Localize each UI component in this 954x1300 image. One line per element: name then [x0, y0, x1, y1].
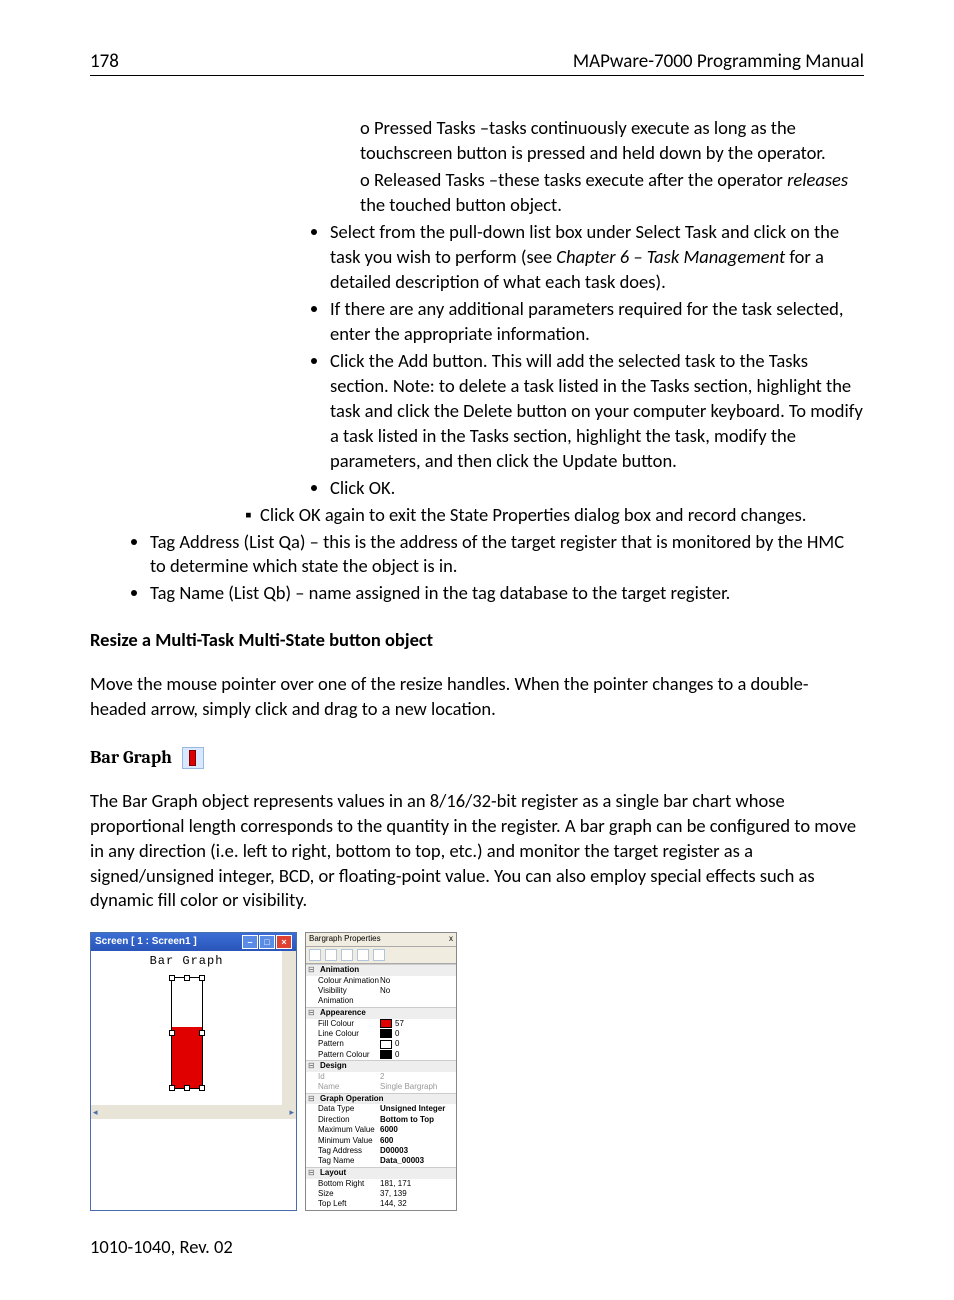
list-item: Tag Name (List Qb) – name assigned in th…	[150, 581, 864, 606]
prop-row[interactable]: Data TypeUnsigned Integer	[306, 1104, 456, 1114]
list-item: Click the Add button. This will add the …	[330, 349, 864, 474]
horizontal-scrollbar[interactable]: ◂ ▸	[91, 1105, 296, 1119]
minimize-button[interactable]: –	[242, 935, 258, 949]
page-number: 178	[90, 50, 119, 73]
prop-row[interactable]: Tag NameData_00003	[306, 1156, 456, 1166]
toolbar-button[interactable]	[341, 949, 353, 961]
window-titlebar[interactable]: Screen [ 1 : Screen1 ] – □ ×	[91, 933, 296, 951]
bargraph-heading: Bar Graph	[90, 746, 864, 770]
list-item: Click OK.	[330, 476, 864, 501]
properties-titlebar[interactable]: Bargraph Properties x	[306, 933, 456, 947]
prop-row[interactable]: Maximum Value6000	[306, 1125, 456, 1135]
bargraph-icon	[182, 747, 204, 769]
properties-panel: Bargraph Properties x Animation Colour A…	[305, 932, 457, 1211]
list-item: If there are any additional parameters r…	[330, 297, 864, 347]
toolbar-button[interactable]	[325, 949, 337, 961]
category-animation[interactable]: Animation	[306, 964, 456, 976]
scroll-down-icon[interactable]: ▾	[284, 1093, 296, 1105]
prop-row[interactable]: Visibility AnimationNo	[306, 986, 456, 1007]
prop-row[interactable]: Size37, 139	[306, 1189, 456, 1199]
category-appearance[interactable]: Appearence	[306, 1007, 456, 1019]
prop-row[interactable]: DirectionBottom to Top	[306, 1115, 456, 1125]
window-title-text: Screen [ 1 : Screen1 ]	[95, 935, 197, 949]
prop-row[interactable]: Tag AddressD00003	[306, 1146, 456, 1156]
scroll-right-icon[interactable]: ▸	[289, 1106, 294, 1118]
canvas-label: Bar Graph	[91, 953, 282, 969]
list-item: Tag Address (List Qa) – this is the addr…	[150, 530, 864, 580]
page-footer: 1010-1040, Rev. 02	[90, 1235, 864, 1260]
page-header: 178 MAPware-7000 Programming Manual	[90, 50, 864, 76]
toolbar-button[interactable]	[357, 949, 369, 961]
prop-row[interactable]: NameSingle Bargraph	[306, 1082, 456, 1092]
prop-row[interactable]: Pattern Colour0	[306, 1050, 456, 1060]
toolbar-button[interactable]	[309, 949, 321, 961]
category-layout[interactable]: Layout	[306, 1167, 456, 1179]
prop-row[interactable]: Fill Colour57	[306, 1019, 456, 1029]
properties-toolbar	[306, 947, 456, 964]
properties-title-text: Bargraph Properties	[309, 934, 381, 945]
prop-row[interactable]: Bottom Right181, 171	[306, 1179, 456, 1189]
close-icon[interactable]: x	[449, 934, 453, 945]
category-graph-operation[interactable]: Graph Operation	[306, 1093, 456, 1105]
prop-row[interactable]: Minimum Value600	[306, 1136, 456, 1146]
prop-row[interactable]: Colour AnimationNo	[306, 976, 456, 986]
maximize-button[interactable]: □	[259, 935, 275, 949]
prop-row[interactable]: Top Left144, 32	[306, 1199, 456, 1209]
list-item: Pressed Tasks –tasks continuously execut…	[360, 116, 864, 166]
editor-canvas[interactable]: Bar Graph ▴ ▾	[91, 951, 296, 1105]
list-item: Click OK again to exit the State Propert…	[260, 503, 864, 528]
manual-title: MAPware-7000 Programming Manual	[573, 50, 864, 73]
toolbar-button[interactable]	[373, 949, 385, 961]
prop-row[interactable]: Id2	[306, 1072, 456, 1082]
scroll-up-icon[interactable]: ▴	[284, 951, 296, 963]
list-item: Select from the pull-down list box under…	[330, 220, 864, 295]
resize-body: Move the mouse pointer over one of the r…	[90, 672, 864, 722]
close-button[interactable]: ×	[276, 935, 292, 949]
body-content: Pressed Tasks –tasks continuously execut…	[90, 116, 864, 1260]
bargraph-body: The Bar Graph object represents values i…	[90, 789, 864, 914]
prop-row[interactable]: Pattern0	[306, 1039, 456, 1049]
screen-editor-window: Screen [ 1 : Screen1 ] – □ × Bar Graph	[90, 932, 297, 1211]
bargraph-object[interactable]	[171, 977, 203, 1089]
category-design[interactable]: Design	[306, 1060, 456, 1072]
prop-row[interactable]: Line Colour0	[306, 1029, 456, 1039]
scroll-left-icon[interactable]: ◂	[93, 1106, 98, 1118]
resize-heading: Resize a Multi-Task Multi-State button o…	[90, 628, 864, 653]
list-item: Released Tasks –these tasks execute afte…	[360, 168, 864, 218]
